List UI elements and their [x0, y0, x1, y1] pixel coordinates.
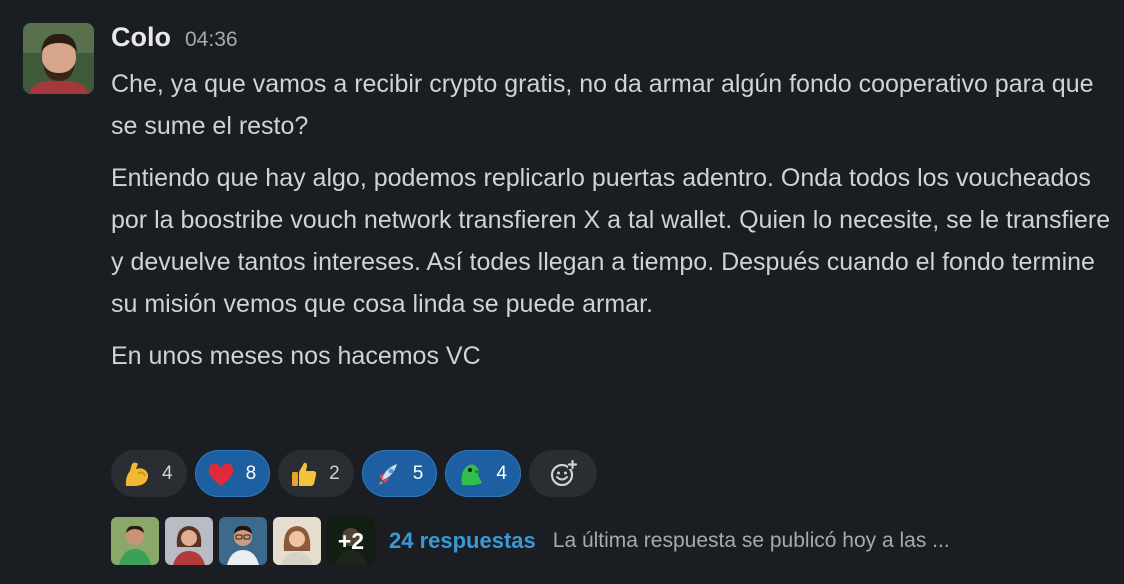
rocket-icon	[378, 463, 397, 485]
reaction-count: 5	[412, 462, 424, 484]
participant-avatar[interactable]	[219, 517, 267, 565]
thumbs-up-icon	[292, 462, 317, 486]
red-heart-icon	[208, 463, 233, 486]
message-paragraph: Che, ya que vamos a recibir crypto grati…	[111, 70, 1094, 140]
add-reaction-icon	[550, 459, 577, 486]
replies-link[interactable]: 24 respuestas	[389, 528, 536, 554]
last-reply-info: La última respuesta se publicó hoy a las…	[552, 529, 950, 552]
reactions-bar: 4 8 2 5 4	[111, 450, 597, 497]
reaction-thumbs-up[interactable]: 2	[278, 450, 354, 497]
reaction-red-heart[interactable]: 8	[194, 450, 271, 497]
more-participants-avatar[interactable]: +2	[327, 517, 375, 565]
message-header: Colo 04:36	[111, 22, 1111, 58]
flexed-biceps-icon	[125, 462, 149, 486]
message-content: Colo 04:36 Che, ya que vamos a recibir c…	[111, 22, 1111, 377]
add-reaction-button[interactable]	[528, 450, 597, 497]
author-name[interactable]: Colo	[111, 22, 171, 53]
participant-avatar[interactable]	[165, 517, 213, 565]
reaction-rocket[interactable]: 5	[361, 450, 438, 497]
reaction-count: 2	[329, 462, 340, 484]
thread-summary[interactable]: +2 24 respuestas La última respuesta se …	[111, 516, 950, 566]
author-avatar[interactable]	[23, 23, 94, 94]
message: Colo 04:36 Che, ya que vamos a recibir c…	[0, 0, 1124, 584]
participant-avatar[interactable]	[273, 517, 321, 565]
participant-avatar[interactable]	[111, 517, 159, 565]
reaction-count: 4	[162, 462, 173, 484]
timestamp[interactable]: 04:36	[185, 28, 238, 52]
reaction-count: 8	[245, 462, 257, 484]
reaction-count: 4	[496, 462, 507, 484]
message-paragraph: Entiendo que hay algo, podemos replicarl…	[111, 164, 1111, 318]
more-participants-count: +2	[327, 517, 375, 565]
green-parrot-icon	[461, 464, 483, 485]
reaction-green-parrot[interactable]: 4	[445, 450, 521, 497]
reaction-flexed-biceps[interactable]: 4	[111, 450, 187, 497]
message-paragraph: En unos meses nos hacemos VC	[111, 342, 481, 370]
